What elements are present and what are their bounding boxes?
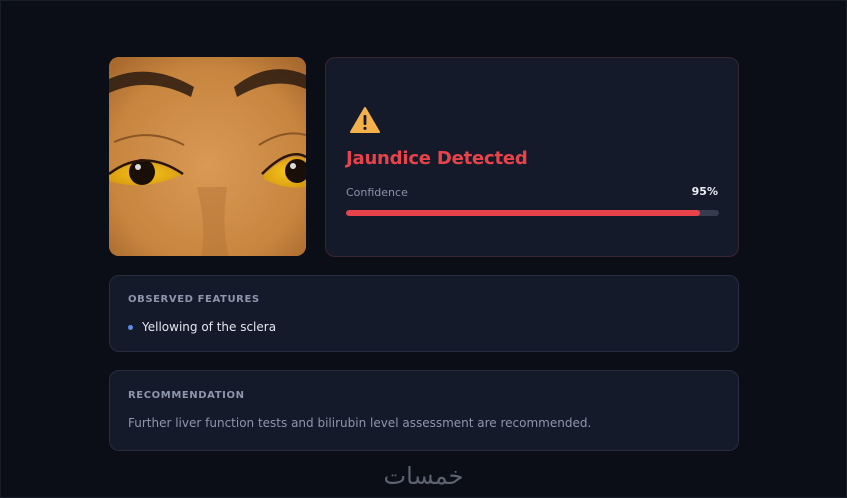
recommendation-heading: RECOMMENDATION	[128, 390, 245, 401]
confidence-label: Confidence	[346, 186, 408, 199]
recommendation-card: RECOMMENDATION Further liver function te…	[109, 370, 739, 451]
confidence-bar	[346, 210, 719, 216]
eye-photo	[109, 57, 306, 256]
result-card: Jaundice Detected Confidence 95%	[325, 57, 739, 257]
recommendation-text: Further liver function tests and bilirub…	[128, 416, 592, 430]
bullet-icon	[128, 324, 133, 330]
features-heading: OBSERVED FEATURES	[128, 294, 260, 305]
warning-triangle-icon	[350, 107, 380, 133]
confidence-value: 95%	[691, 185, 718, 198]
confidence-bar-fill	[346, 210, 701, 216]
list-item: Yellowing of the sclera	[128, 320, 276, 334]
watermark-logo: خمسات	[383, 462, 464, 490]
observed-features-card: OBSERVED FEATURES Yellowing of the scler…	[109, 275, 739, 352]
diagnosis-title: Jaundice Detected	[346, 148, 528, 169]
feature-text: Yellowing of the sclera	[142, 320, 277, 334]
